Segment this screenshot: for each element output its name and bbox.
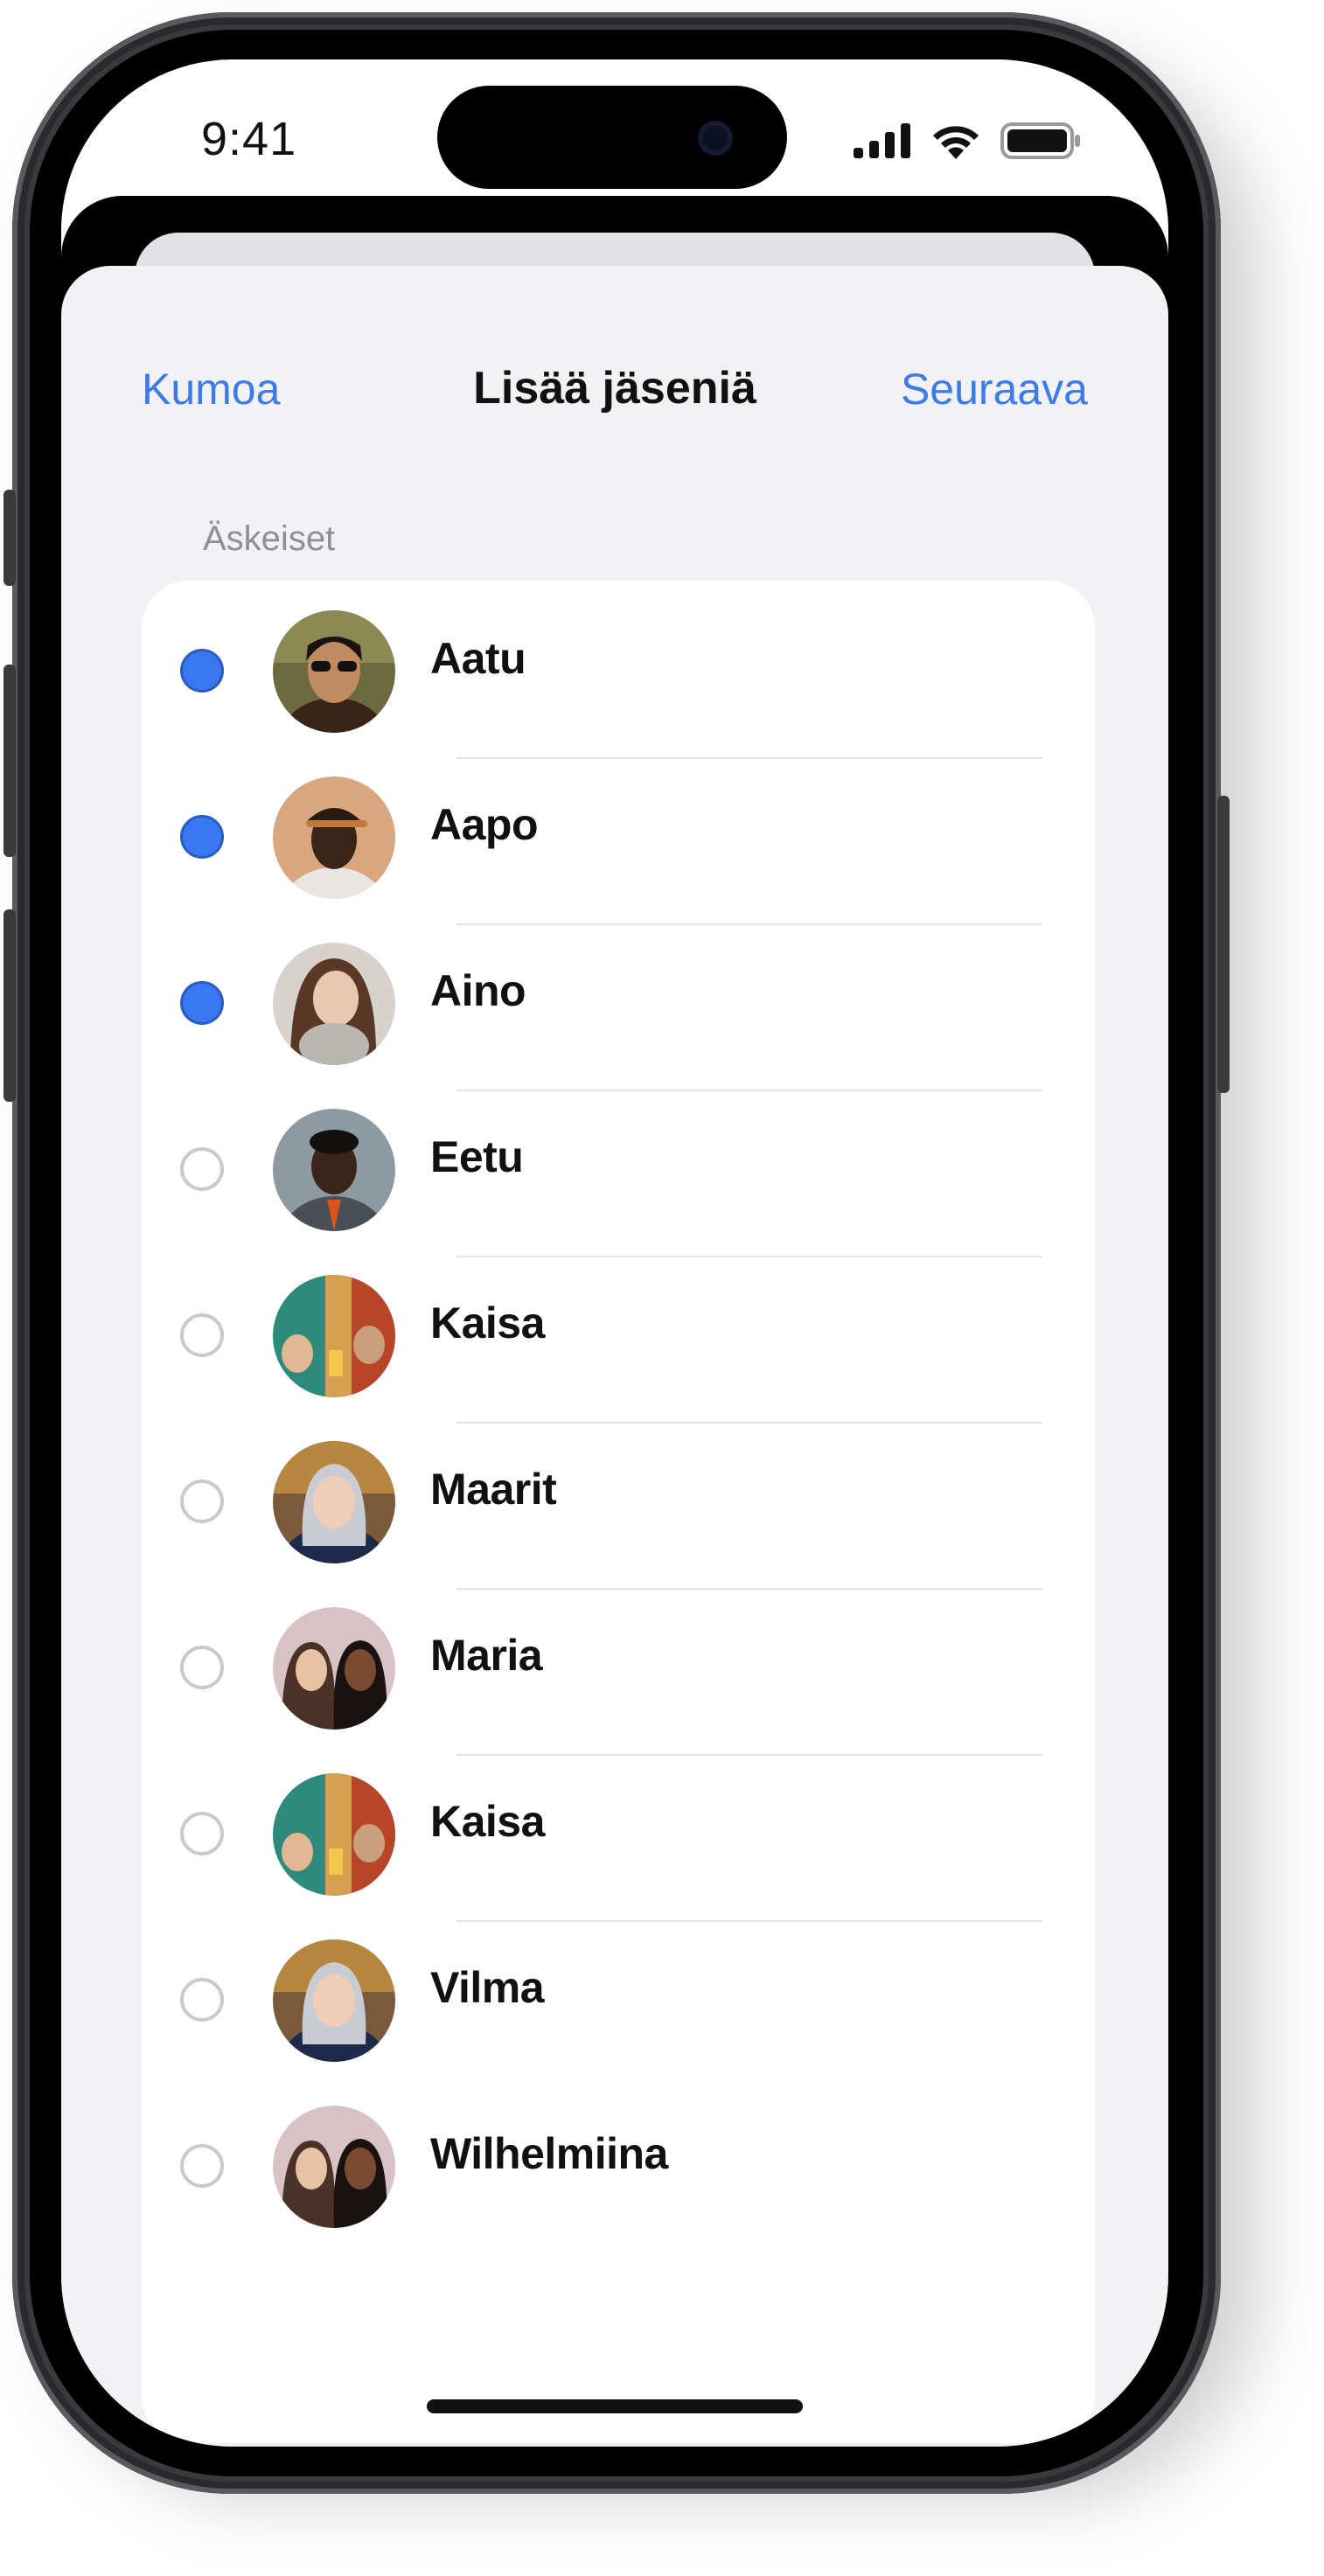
side-button-volume-down — [3, 909, 16, 1102]
checkbox[interactable] — [180, 1313, 224, 1357]
contact-name: Kaisa — [430, 1797, 545, 1846]
list-item[interactable]: Wilhelmiina — [142, 2088, 1095, 2254]
modal-sheet: Kumoa Lisää jäseniä Seuraava Äskeiset Aa… — [61, 266, 1168, 2447]
checkbox[interactable] — [180, 1978, 224, 2022]
list-item[interactable]: Eetu — [142, 1091, 1095, 1257]
contact-name: Kaisa — [430, 1298, 545, 1347]
contact-name: Vilma — [430, 1963, 545, 2012]
photo-avatar-two-women — [273, 2106, 395, 2228]
checkbox[interactable] — [180, 1646, 224, 1689]
contact-name: Wilhelmiina — [430, 2129, 668, 2178]
photo-avatar-woman-scarf — [273, 943, 395, 1065]
checkbox[interactable] — [180, 1812, 224, 1855]
list-item[interactable]: Kaisa — [142, 1257, 1095, 1424]
avatar — [273, 1109, 395, 1231]
battery-icon — [1000, 122, 1080, 159]
signal-icon — [854, 123, 910, 158]
photo-avatar-man-sunglasses — [273, 610, 395, 733]
photo-avatar-woman-hood — [273, 1939, 395, 2062]
photo-avatar-two-women — [273, 1607, 395, 1730]
avatar — [273, 1441, 395, 1563]
photo-avatar-man-cap — [273, 776, 395, 899]
contact-name: Aatu — [430, 634, 526, 683]
dynamic-island — [437, 86, 787, 189]
avatar — [273, 1607, 395, 1730]
list-item[interactable]: Maria — [142, 1590, 1095, 1756]
section-header-recent: Äskeiset — [203, 519, 336, 558]
wifi-icon — [933, 126, 979, 159]
contact-name: Eetu — [430, 1132, 524, 1181]
home-indicator[interactable] — [427, 2399, 803, 2413]
avatar — [273, 943, 395, 1065]
list-item[interactable]: Aatu — [142, 593, 1095, 759]
next-button[interactable]: Seuraava — [901, 364, 1088, 414]
contact-name: Maarit — [430, 1465, 557, 1514]
camera-icon — [698, 121, 733, 156]
list-item[interactable]: Aino — [142, 925, 1095, 1091]
status-icons — [854, 119, 1081, 163]
photo-avatar-women-drinks — [273, 1773, 395, 1896]
checkbox-selected[interactable] — [180, 981, 224, 1025]
avatar — [273, 1275, 395, 1397]
photo-avatar-man-suit — [273, 1109, 395, 1231]
avatar — [273, 1773, 395, 1896]
list-item[interactable]: Maarit — [142, 1424, 1095, 1590]
avatar — [273, 1939, 395, 2062]
side-button-volume-up — [3, 665, 16, 857]
checkbox-selected[interactable] — [180, 649, 224, 693]
avatar — [273, 610, 395, 733]
side-button-mute — [3, 490, 16, 586]
photo-avatar-women-drinks — [273, 1275, 395, 1397]
list-item[interactable]: Kaisa — [142, 1756, 1095, 1922]
side-button-power — [1217, 796, 1230, 1093]
contact-name: Aino — [430, 966, 526, 1015]
list-item[interactable]: Aapo — [142, 759, 1095, 925]
checkbox[interactable] — [180, 1147, 224, 1191]
photo-avatar-woman-hood — [273, 1441, 395, 1563]
screen: 9:41 Kumoa Lisää jäseniä Seuraava Äskeis… — [61, 59, 1168, 2447]
contact-list: Aatu Aapo Aino Eetu Kaisa Maarit Maria K… — [142, 581, 1095, 2443]
checkbox[interactable] — [180, 2144, 224, 2188]
contact-name: Maria — [430, 1631, 543, 1680]
checkbox-selected[interactable] — [180, 815, 224, 859]
status-time: 9:41 — [201, 113, 297, 165]
avatar — [273, 2106, 395, 2228]
list-item[interactable]: Vilma — [142, 1922, 1095, 2088]
avatar — [273, 776, 395, 899]
contact-name: Aapo — [430, 800, 539, 849]
checkbox[interactable] — [180, 1479, 224, 1523]
